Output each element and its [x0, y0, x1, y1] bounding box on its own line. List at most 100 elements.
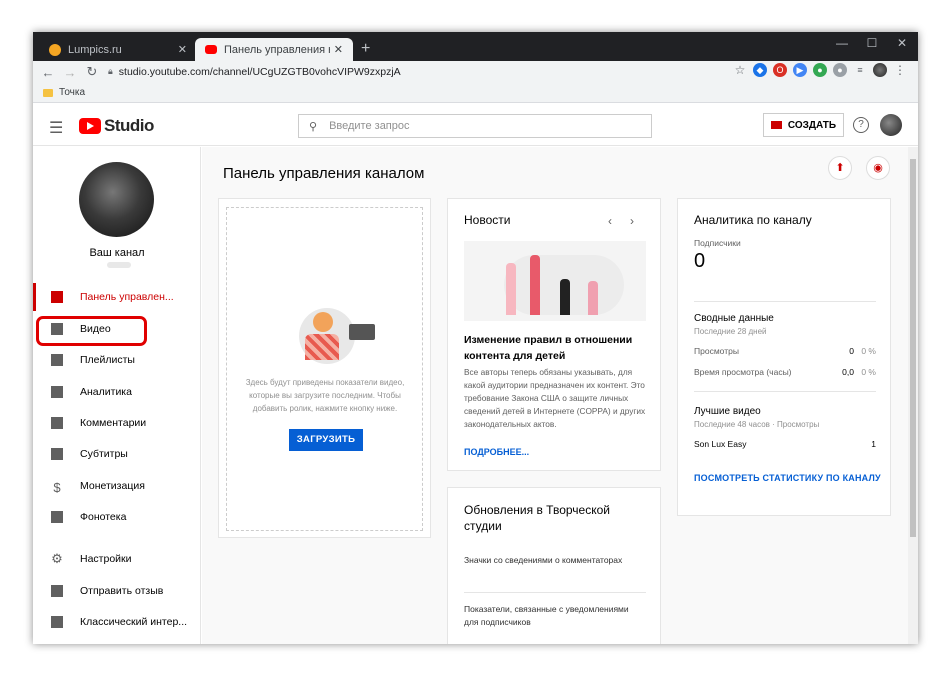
upload-button[interactable]: ЗАГРУЗИТЬ [289, 429, 363, 451]
opera-extension-icon[interactable]: O [773, 63, 787, 77]
lock-icon: 🔒︎ [108, 66, 113, 76]
youtube-favicon-icon [205, 45, 217, 54]
reading-list-icon[interactable]: ≡ [853, 63, 867, 77]
comments-icon [51, 417, 63, 429]
minimize-icon[interactable]: — [830, 36, 854, 50]
sidebar-item-dashboard[interactable]: Панель управлен... [33, 283, 201, 311]
updates-item[interactable]: Показатели, связанные с уведомлениями дл… [464, 603, 644, 629]
close-window-icon[interactable]: ✕ [890, 36, 914, 50]
dashboard-icon [51, 291, 63, 303]
divider [694, 301, 876, 302]
top-video-row[interactable]: Son Lux Easy 1 [694, 439, 876, 449]
watch-time-change: 0 % [861, 367, 876, 377]
views-row: Просмотры 0 0 % [694, 346, 876, 356]
extension-shield-icon[interactable]: ◆ [753, 63, 767, 77]
star-icon[interactable]: ☆ [733, 63, 747, 77]
analytics-card: Аналитика по каналу Подписчики 0 Сводные… [677, 198, 891, 516]
sidebar-item-monetization[interactable]: $ Монетизация [33, 472, 201, 500]
channel-avatar[interactable] [79, 162, 154, 237]
profile-avatar[interactable] [873, 63, 887, 77]
channel-name: Ваш канал [89, 247, 145, 259]
scrollbar-thumb[interactable] [910, 159, 916, 537]
upload-card: Здесь будут приведены показатели видео, … [218, 198, 431, 538]
scrollbar[interactable] [908, 147, 918, 644]
bookmark-tochka[interactable]: Точка [59, 87, 85, 98]
browser-toolbar: ← → ↻ 🔒︎ studio.youtube.com/channel/UCgU… [33, 61, 918, 83]
extension-green-icon[interactable]: ● [813, 63, 827, 77]
browser-window: Lumpics.ru ✕ Панель управления каналом -… [33, 32, 918, 644]
sidebar-item-playlists[interactable]: Плейлисты [33, 346, 201, 374]
top-videos-title: Лучшие видео [694, 406, 761, 417]
subscribers-label: Подписчики [694, 238, 741, 248]
sidebar-item-analytics[interactable]: Аналитика [33, 378, 201, 406]
menu-dots-icon[interactable]: ⋮ [893, 63, 907, 77]
news-nav: ‹› [608, 214, 652, 228]
channel-subtext [107, 262, 131, 268]
extension-grey-icon[interactable]: ● [833, 63, 847, 77]
top-videos-period: Последние 48 часов · Просмотры [694, 420, 820, 429]
dollar-icon: $ [53, 480, 61, 495]
watch-time-value: 0,0 [842, 367, 854, 377]
news-more-link[interactable]: ПОДРОБНЕЕ... [464, 447, 529, 457]
analytics-icon [51, 386, 63, 398]
news-title: Новости [464, 213, 511, 227]
top-video-views: 1 [871, 439, 876, 449]
camera-icon [770, 121, 782, 129]
maximize-icon[interactable]: ☐ [860, 36, 884, 50]
chevron-left-icon[interactable]: ‹ [608, 214, 630, 228]
close-tab-icon[interactable]: ✕ [178, 43, 187, 56]
channel-analytics-link[interactable]: ПОСМОТРЕТЬ СТАТИСТИКУ ПО КАНАЛУ [694, 473, 881, 483]
sidebar: Ваш канал Панель управлен... Видео Плейл… [33, 147, 201, 644]
exit-icon [51, 616, 63, 628]
page-title: Панель управления каналом [223, 165, 425, 182]
forward-icon[interactable]: → [59, 65, 81, 80]
lumpics-favicon-icon [49, 43, 61, 56]
create-button[interactable]: СОЗДАТЬ [763, 113, 844, 137]
search-icon: ⚲ [309, 120, 318, 133]
sidebar-item-settings[interactable]: ⚙ Настройки [33, 545, 201, 573]
back-icon[interactable]: ← [37, 65, 59, 80]
tab-strip: Lumpics.ru ✕ Панель управления каналом -… [33, 32, 918, 61]
tab-studio[interactable]: Панель управления каналом - Y ✕ [195, 38, 353, 61]
upload-icon[interactable]: ⬆ [828, 156, 852, 180]
subtitles-icon [51, 448, 63, 460]
views-change: 0 % [861, 346, 876, 356]
avatar[interactable] [880, 114, 902, 136]
news-illustration [464, 241, 646, 321]
news-card: Новости ‹› Изменение правил в отношении … [447, 198, 661, 471]
tab-lumpics[interactable]: Lumpics.ru ✕ [39, 38, 197, 61]
music-library-icon [51, 511, 63, 523]
camera-illustration-icon [349, 324, 375, 340]
divider [694, 391, 876, 392]
summary-title: Сводные данные [694, 313, 774, 324]
live-broadcast-icon[interactable]: ◉ [866, 156, 890, 180]
extensions-bar: ☆ ◆ O ▶ ● ● ≡ ⋮ [733, 63, 907, 77]
new-tab-icon[interactable]: + [361, 40, 370, 58]
help-icon[interactable]: ? [853, 117, 869, 133]
views-value: 0 [849, 346, 854, 356]
hamburger-icon[interactable]: ☰ [49, 118, 63, 138]
reload-icon[interactable]: ↻ [81, 64, 103, 80]
address-bar[interactable]: 🔒︎ studio.youtube.com/channel/UCgUZGTB0v… [108, 62, 753, 81]
updates-title: Обновления в Творческой студии [464, 503, 610, 533]
sidebar-item-audio-library[interactable]: Фонотека [33, 503, 201, 531]
extension-play-icon[interactable]: ▶ [793, 63, 807, 77]
playlist-icon [51, 354, 63, 366]
news-headline[interactable]: Изменение правил в отношении контента дл… [464, 332, 646, 364]
sidebar-item-feedback[interactable]: Отправить отзыв [33, 577, 201, 605]
updates-item[interactable]: Значки со сведениями о комментаторах [464, 554, 644, 567]
camera-person-illustration [299, 308, 355, 364]
chevron-right-icon[interactable]: › [630, 214, 652, 228]
sidebar-item-comments[interactable]: Комментарии [33, 409, 201, 437]
sidebar-item-classic[interactable]: Классический интер... [33, 608, 201, 636]
url-text: studio.youtube.com/channel/UCgUZGTB0vohc… [118, 65, 401, 78]
watch-time-row: Время просмотра (часы) 0,0 0 % [694, 367, 876, 377]
gear-icon: ⚙ [51, 551, 63, 566]
search-placeholder: Введите запрос [329, 120, 410, 132]
search-input[interactable]: ⚲ Введите запрос [298, 114, 652, 138]
subscribers-count: 0 [694, 250, 706, 272]
close-tab-icon[interactable]: ✕ [334, 43, 343, 56]
youtube-play-icon [79, 118, 101, 134]
studio-logo[interactable]: Studio [79, 116, 154, 136]
sidebar-item-subtitles[interactable]: Субтитры [33, 440, 201, 468]
